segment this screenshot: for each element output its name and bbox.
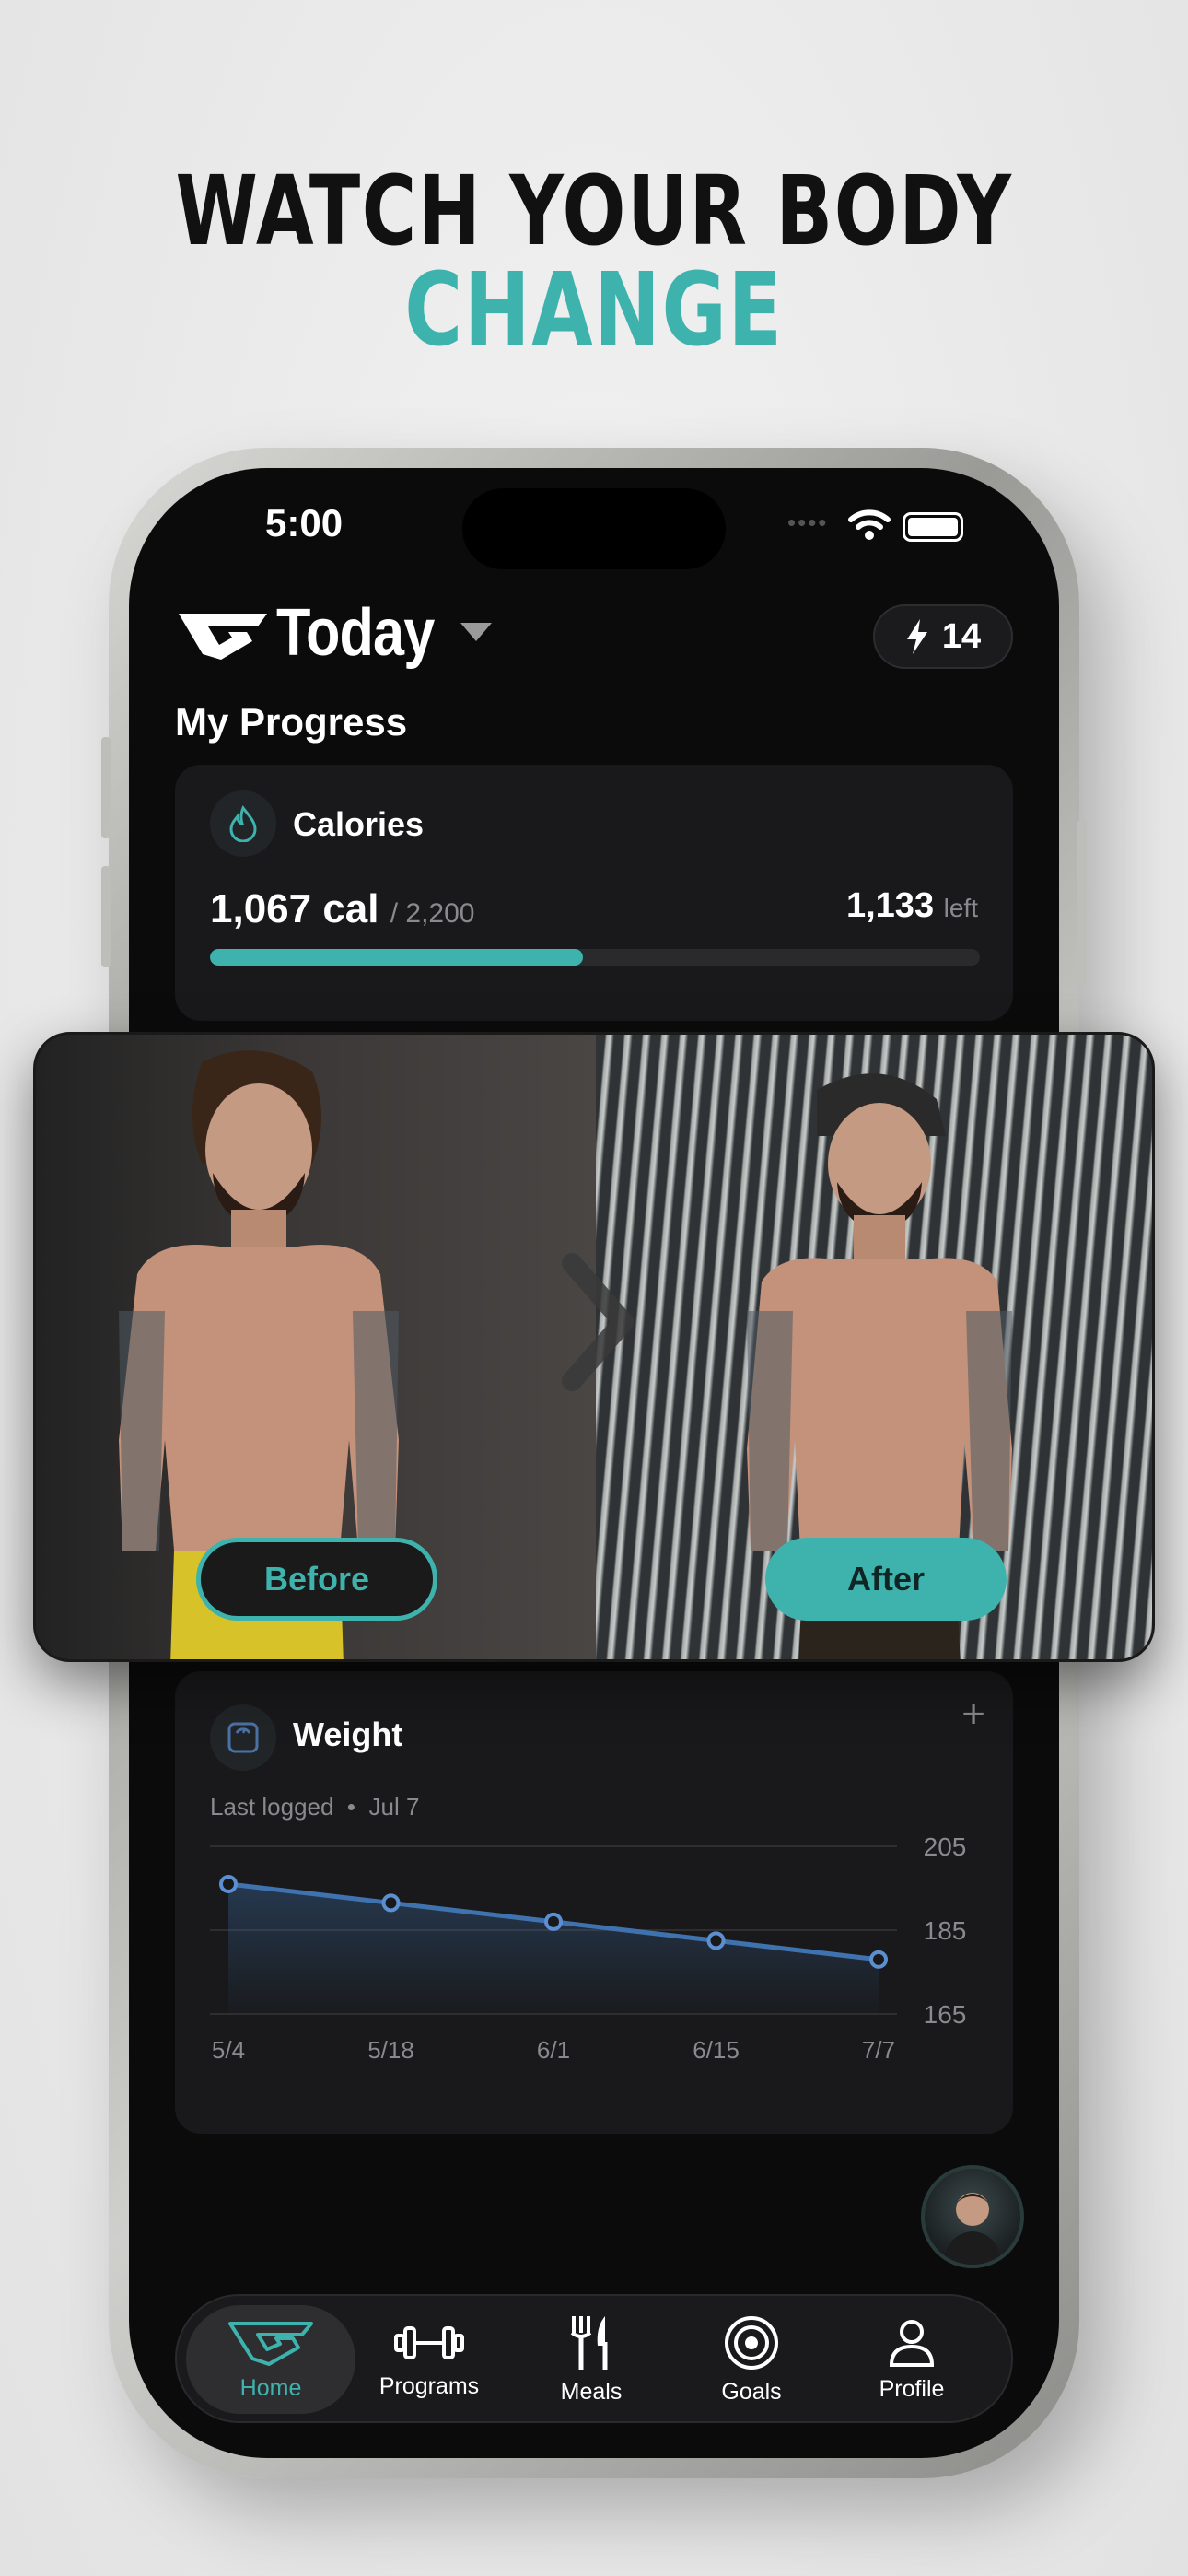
after-button[interactable]: After	[765, 1538, 1007, 1621]
home-logo-icon	[228, 2321, 313, 2366]
before-button[interactable]: Before	[196, 1538, 437, 1621]
chart-point[interactable]	[381, 1893, 401, 1913]
scale-icon	[210, 1704, 276, 1771]
calories-progress-bar	[210, 949, 980, 966]
fork-knife-icon	[570, 2315, 608, 2370]
chart-y-tick: 205	[924, 1833, 967, 1861]
battery-icon	[903, 512, 963, 542]
nav-profile-label: Profile	[879, 2375, 945, 2402]
target-icon	[725, 2315, 778, 2370]
chart-x-tick: 6/15	[693, 2036, 740, 2064]
phone-side-button	[101, 737, 111, 838]
dynamic-island	[462, 488, 726, 569]
coach-avatar[interactable]	[921, 2165, 1024, 2268]
last-logged-date: Jul 7	[368, 1793, 420, 1821]
page-title[interactable]: Today	[276, 595, 435, 671]
weight-chart: 205 185 165 5/4 5/18 6/1 6/15 7/7	[210, 1833, 967, 2064]
chart-point[interactable]	[706, 1931, 726, 1950]
chart-point[interactable]	[869, 1950, 888, 1969]
before-after-comparison: Before After	[33, 1032, 1155, 1662]
calories-title: Calories	[293, 805, 425, 843]
calories-remaining: 1,133 left	[846, 886, 978, 926]
calories-progress-fill	[210, 949, 584, 966]
nav-profile[interactable]: Profile	[827, 2305, 996, 2414]
weight-title: Weight	[293, 1715, 403, 1753]
nav-home[interactable]: Home	[186, 2305, 355, 2414]
calories-consumed: 1,067 cal / 2,200	[210, 886, 474, 932]
streak-badge[interactable]: 14	[873, 604, 1013, 669]
chart-y-tick: 165	[924, 2000, 967, 2029]
chevron-down-icon[interactable]	[460, 623, 492, 641]
nav-goals-label: Goals	[721, 2378, 782, 2405]
last-logged-label: Last logged	[210, 1793, 334, 1821]
separator-dot: •	[340, 1793, 363, 1821]
section-title: My Progress	[175, 700, 408, 744]
signal-icon: ••••	[787, 509, 829, 536]
person-icon	[889, 2319, 935, 2367]
nav-home-label: Home	[239, 2374, 302, 2401]
phone-side-button	[101, 866, 111, 967]
streak-count: 14	[941, 616, 982, 656]
chart-x-tick: 5/18	[367, 2036, 414, 2064]
dumbbell-icon	[394, 2325, 464, 2359]
nav-meals[interactable]: Meals	[507, 2305, 676, 2414]
add-icon[interactable]: +	[961, 1692, 985, 1738]
calories-goal: / 2,200	[390, 898, 475, 929]
last-logged: Last logged • Jul 7	[210, 1793, 419, 1821]
lightning-icon	[906, 619, 927, 654]
chart-x-tick: 7/7	[862, 2036, 895, 2064]
calories-consumed-value: 1,067 cal	[210, 886, 379, 931]
chart-x-tick: 6/1	[537, 2036, 570, 2064]
nav-meals-label: Meals	[560, 2378, 623, 2405]
chart-y-tick: 185	[924, 1916, 967, 1945]
promo-headline-line2: CHANGE	[404, 251, 784, 369]
calories-card[interactable]: Calories 1,067 cal / 2,200 1,133 left	[175, 765, 1013, 1021]
wifi-icon	[848, 509, 891, 540]
nav-programs-label: Programs	[379, 2372, 480, 2399]
calories-remaining-value: 1,133	[845, 886, 935, 925]
brand-logo-icon	[179, 614, 267, 660]
chart-point[interactable]	[219, 1874, 238, 1893]
weight-card[interactable]: Weight + Last logged • Jul 7 205 185 165 5/…	[175, 1671, 1013, 2134]
chart-x-tick: 5/4	[212, 2036, 245, 2064]
nav-programs[interactable]: Programs	[344, 2305, 514, 2414]
calories-remaining-label: left	[943, 894, 978, 922]
status-time: 5:00	[265, 501, 344, 544]
flame-icon	[210, 790, 276, 857]
bottom-nav: Home Programs Meals Goals Profile	[175, 2294, 1013, 2423]
phone-side-button	[1077, 820, 1087, 986]
nav-goals[interactable]: Goals	[667, 2305, 836, 2414]
chevron-right-icon	[562, 1253, 634, 1391]
chart-point[interactable]	[544, 1912, 563, 1931]
